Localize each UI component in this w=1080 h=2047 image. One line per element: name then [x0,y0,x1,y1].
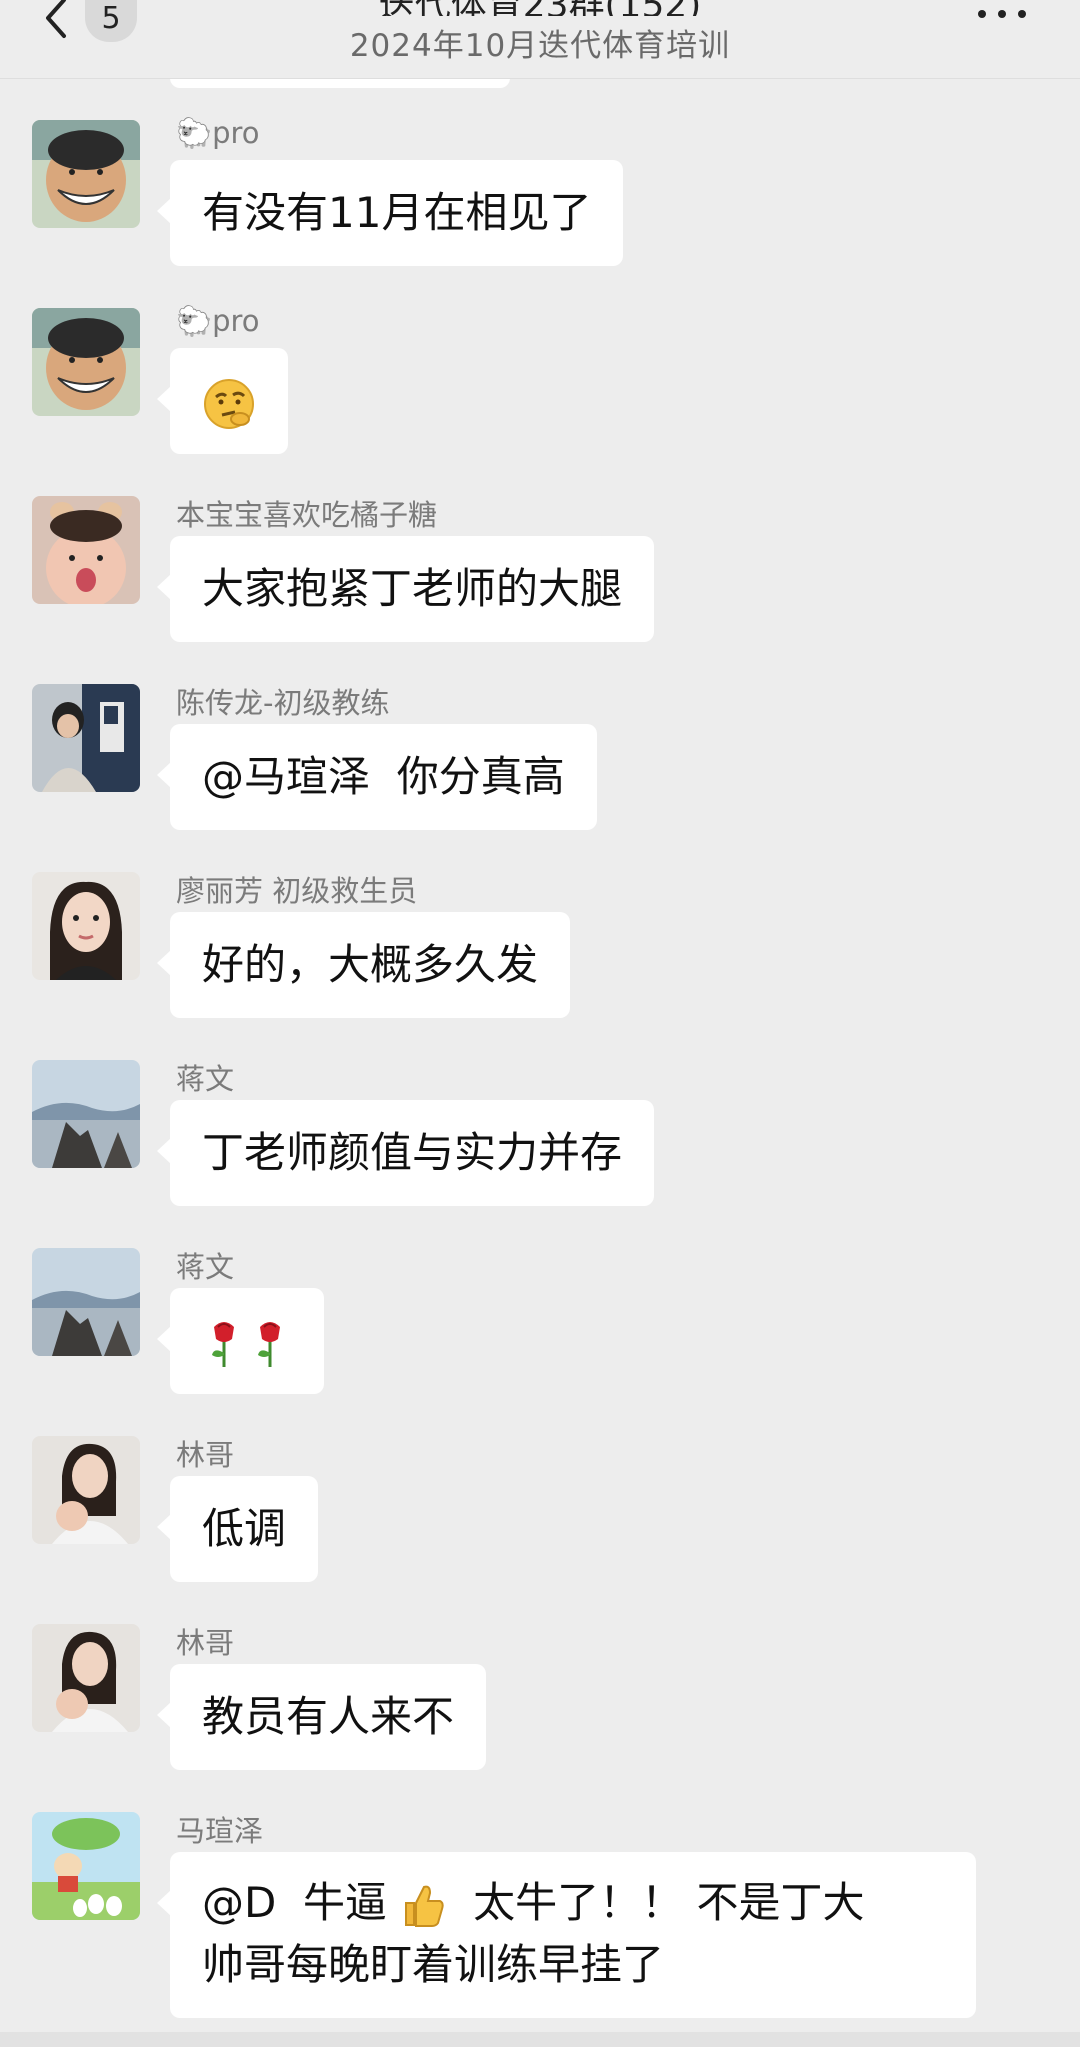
message-line: @D 牛逼 太牛了！！ 不是丁大 [202,1872,944,1934]
rose-emoji-x2 [212,1321,280,1367]
sender-name: 廖丽芳 初级救生员 [176,874,418,908]
sender-name: 🐑pro [176,304,260,338]
sender-name: 本宝宝喜欢吃橘子糖 [176,498,438,532]
message-text: 太牛了！！ 不是丁大 [459,1878,865,1927]
sender-name: 陈传龙-初级教练 [176,686,390,720]
avatar[interactable] [32,872,140,980]
message-bubble[interactable] [157,1288,324,1394]
avatar[interactable] [32,1248,140,1356]
avatar[interactable] [32,496,140,604]
sender-name: 马瑄泽 [176,1814,264,1848]
previous-message-bubble [170,78,510,88]
message-text: @D 牛逼 [202,1878,388,1927]
message-bubble[interactable]: 好的，大概多久发 [156,912,571,1018]
message-line: 帅哥每晚盯着训练早挂了 [202,1940,665,1989]
thinking-face-emoji [204,378,254,429]
thumbs-up-emoji [405,1885,445,1927]
message-bubble[interactable]: @D 牛逼 太牛了！！ 不是丁大 帅哥每晚盯着训练早挂了 [157,1852,976,2018]
avatar[interactable] [32,684,140,792]
avatar[interactable] [32,1812,140,1920]
avatar[interactable] [32,308,140,416]
message-bubble[interactable] [157,348,288,454]
sender-name: 蒋文 [176,1250,235,1284]
avatar[interactable] [32,1436,140,1544]
message-bubble[interactable]: @马瑄泽 你分真高 [157,724,597,830]
message-bubble[interactable]: 丁老师颜值与实力并存 [156,1100,655,1206]
sender-name: 林哥 [176,1438,235,1472]
message-bubble[interactable]: 低调 [156,1476,319,1582]
avatar[interactable] [32,120,140,228]
chat-header: 5 迭代体育23群(152) 2024年10月迭代体育培训 [0,0,1080,79]
chat-title: 迭代体育23群(152) [330,0,750,16]
avatar[interactable] [32,1060,140,1168]
message-bubble[interactable]: 大家抱紧丁老师的大腿 [156,536,655,642]
sender-name: 蒋文 [176,1062,235,1096]
avatar[interactable] [32,1624,140,1732]
sender-name: 林哥 [176,1626,235,1660]
more-dots-icon[interactable] [976,10,1032,24]
sender-name: 🐑pro [176,116,260,150]
chat-subtitle: 2024年10月迭代体育培训 [349,28,731,64]
message-bubble[interactable]: 教员有人来不 [156,1664,487,1770]
input-bar-edge [0,2032,1080,2047]
message-bubble[interactable]: 有没有11月在相见了 [156,160,624,266]
